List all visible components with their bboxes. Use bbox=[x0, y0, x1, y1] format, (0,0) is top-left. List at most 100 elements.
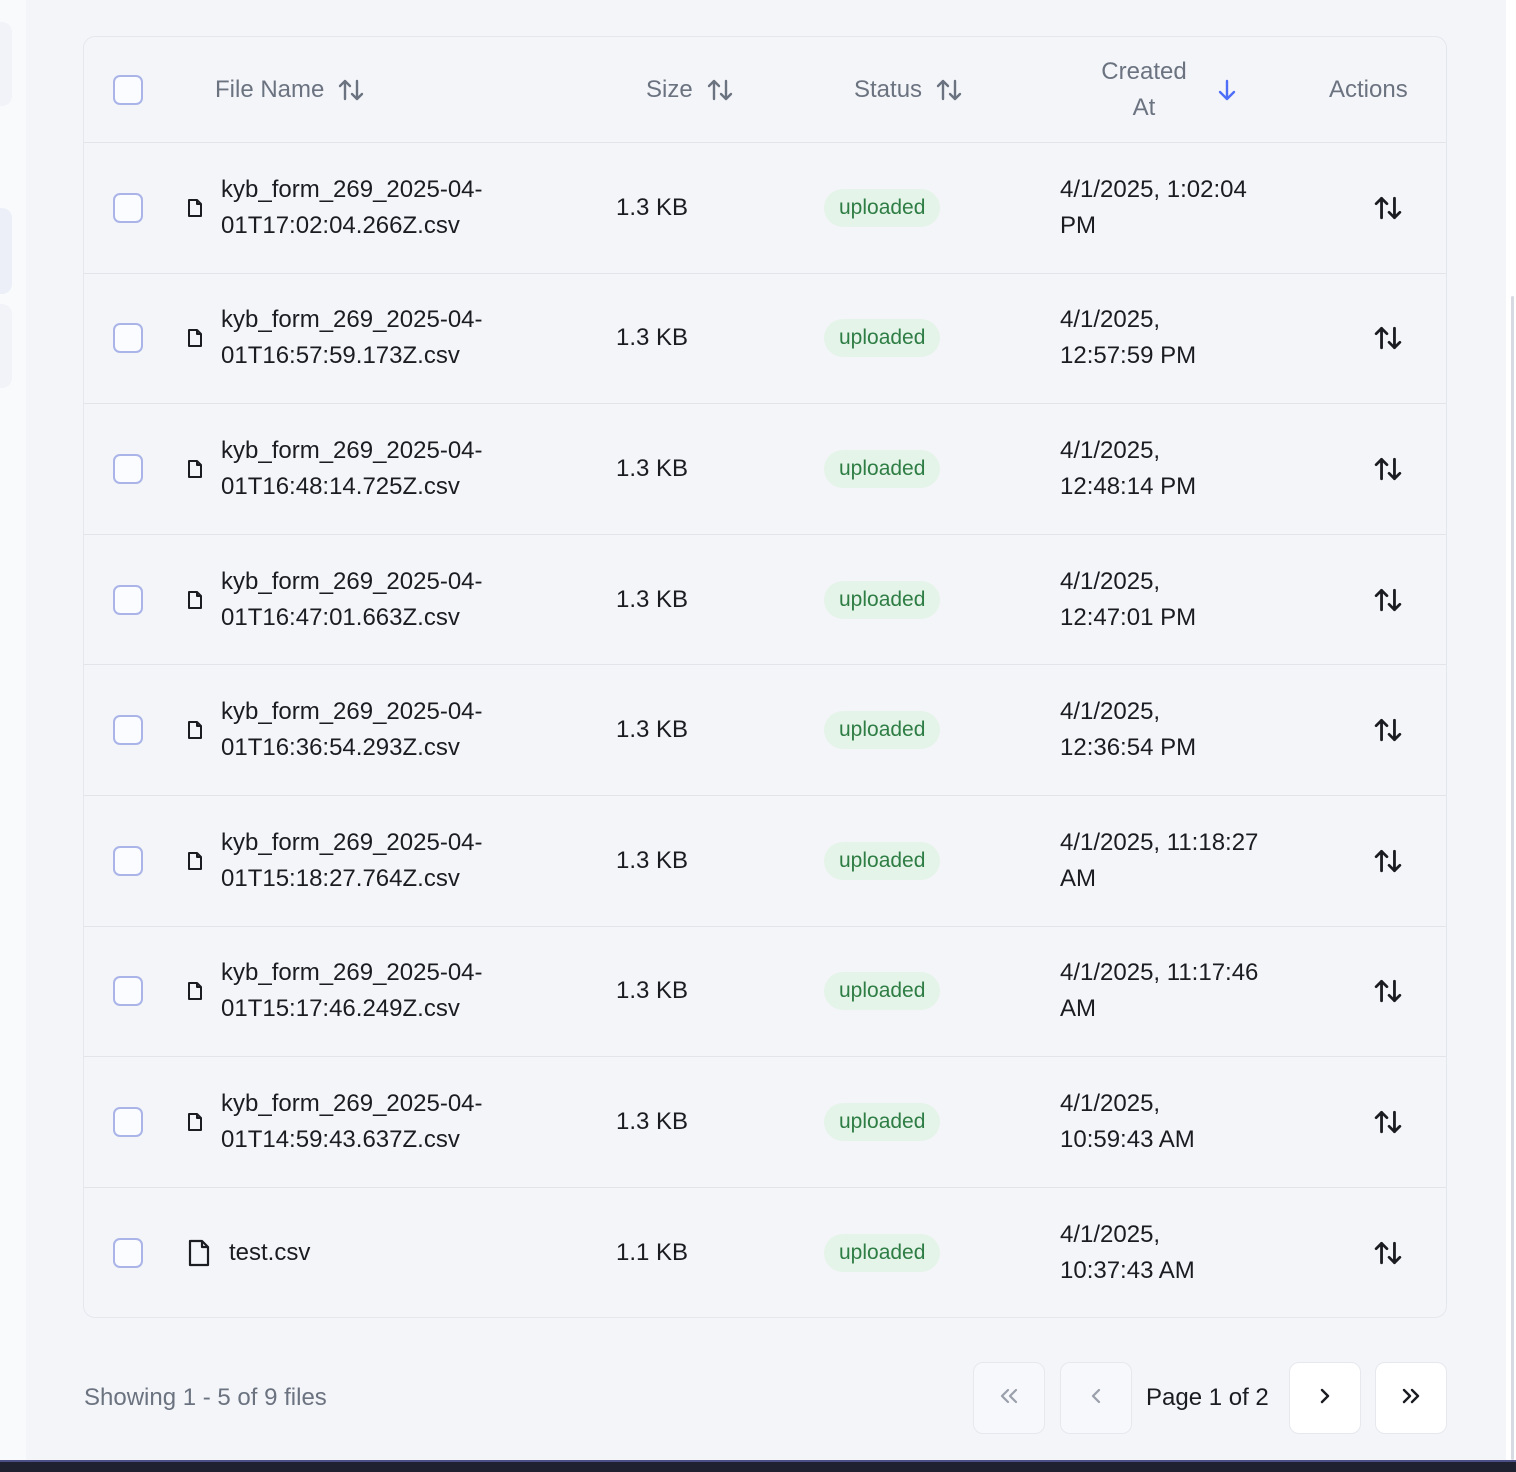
table-row[interactable]: kyb_form_269_2025-04- 01T17:02:04.266Z.c… bbox=[84, 143, 1446, 274]
created-at-cell: 4/1/2025, 12:57:59 PM bbox=[1060, 274, 1290, 404]
status-cell: uploaded bbox=[824, 1188, 941, 1317]
header-status[interactable]: Status bbox=[854, 37, 962, 143]
sort-arrows-icon[interactable] bbox=[936, 77, 962, 103]
file-name-line2: 01T16:48:14.725Z.csv bbox=[221, 472, 460, 500]
sort-arrows-icon[interactable] bbox=[707, 77, 733, 103]
row-checkbox[interactable] bbox=[113, 845, 143, 876]
showing-count: Showing 1 - 5 of 9 files bbox=[84, 1384, 327, 1411]
table-row[interactable]: kyb_form_269_2025-04- 01T16:36:54.293Z.c… bbox=[84, 665, 1446, 796]
file-name-cell: kyb_form_269_2025-04- 01T17:02:04.266Z.c… bbox=[187, 143, 541, 273]
file-name-cell: kyb_form_269_2025-04- 01T16:47:01.663Z.c… bbox=[187, 535, 541, 665]
last-page-button[interactable] bbox=[1375, 1362, 1447, 1434]
table-row[interactable]: kyb_form_269_2025-04- 01T16:47:01.663Z.c… bbox=[84, 535, 1446, 666]
row-checkbox[interactable] bbox=[113, 976, 143, 1007]
file-name: kyb_form_269_2025-04- 01T15:18:27.764Z.c… bbox=[221, 825, 541, 897]
row-checkbox[interactable] bbox=[113, 1238, 143, 1269]
header-size[interactable]: Size bbox=[646, 37, 733, 143]
header-file-name[interactable]: File Name bbox=[215, 37, 364, 143]
file-icon bbox=[187, 459, 221, 479]
sort-arrows-icon[interactable] bbox=[1368, 1233, 1408, 1273]
sort-arrows-icon[interactable] bbox=[1368, 710, 1408, 750]
sort-arrows-icon[interactable] bbox=[1368, 449, 1408, 489]
sort-arrows-icon[interactable] bbox=[1368, 1102, 1408, 1142]
created-at-cell: 4/1/2025, 12:36:54 PM bbox=[1060, 665, 1290, 795]
actions-cell bbox=[1368, 274, 1408, 404]
status-badge: uploaded bbox=[824, 972, 941, 1011]
file-size: 1.3 KB bbox=[616, 716, 689, 744]
bottom-window-edge bbox=[0, 1460, 1516, 1472]
row-checkbox[interactable] bbox=[113, 192, 143, 223]
file-name-line2: 01T16:57:59.173Z.csv bbox=[221, 342, 460, 370]
file-name-line1: kyb_form_269_2025-04- bbox=[221, 828, 483, 856]
status-cell: uploaded bbox=[824, 404, 941, 534]
table-row[interactable]: kyb_form_269_2025-04- 01T16:57:59.173Z.c… bbox=[84, 274, 1446, 405]
sidebar-nub bbox=[0, 304, 12, 388]
row-checkbox[interactable] bbox=[113, 715, 143, 746]
sort-arrows-icon[interactable] bbox=[338, 77, 364, 103]
sort-arrows-icon[interactable] bbox=[1368, 971, 1408, 1011]
table-row[interactable]: test.csv 1.1 KB uploaded 4/1/2025, 10:37… bbox=[84, 1188, 1446, 1317]
created-at-line2: 12:57:59 PM bbox=[1060, 342, 1197, 370]
table-row[interactable]: kyb_form_269_2025-04- 01T16:48:14.725Z.c… bbox=[84, 404, 1446, 535]
table-row[interactable]: kyb_form_269_2025-04- 01T15:17:46.249Z.c… bbox=[84, 927, 1446, 1058]
file-name-line2: 01T15:18:27.764Z.csv bbox=[221, 864, 460, 892]
scrollbar-thumb[interactable] bbox=[1511, 296, 1514, 1460]
status-cell: uploaded bbox=[824, 535, 941, 665]
sort-arrows-icon[interactable] bbox=[1368, 841, 1408, 881]
first-page-button[interactable] bbox=[973, 1362, 1045, 1434]
row-checkbox[interactable] bbox=[113, 584, 143, 615]
row-checkbox[interactable] bbox=[113, 1106, 143, 1137]
file-name-line1: kyb_form_269_2025-04- bbox=[221, 1089, 483, 1117]
scrollbar[interactable] bbox=[1506, 0, 1516, 1460]
file-icon bbox=[187, 328, 221, 348]
status-cell: uploaded bbox=[824, 143, 941, 273]
file-size: 1.3 KB bbox=[616, 193, 689, 221]
header-created-line2: At bbox=[1132, 94, 1156, 121]
row-select-cell bbox=[113, 665, 143, 795]
row-checkbox[interactable] bbox=[113, 323, 143, 354]
header-created-at-label: Created At bbox=[1094, 54, 1194, 126]
left-sidebar-edge bbox=[0, 0, 26, 1460]
header-file-name-label: File Name bbox=[215, 76, 325, 103]
select-all-checkbox[interactable] bbox=[113, 75, 143, 105]
sort-arrows-icon[interactable] bbox=[1368, 580, 1408, 620]
prev-page-button[interactable] bbox=[1060, 1362, 1132, 1434]
chevron-right-icon bbox=[1313, 1384, 1337, 1413]
chevron-left-icon bbox=[1084, 1384, 1108, 1413]
file-size: 1.3 KB bbox=[616, 324, 689, 352]
header-select-cell bbox=[113, 37, 143, 143]
header-created-at[interactable]: Created At bbox=[1094, 37, 1240, 143]
header-status-label: Status bbox=[854, 76, 923, 103]
created-at-line1: 4/1/2025, bbox=[1060, 698, 1161, 726]
file-icon bbox=[187, 851, 221, 871]
file-name: kyb_form_269_2025-04- 01T17:02:04.266Z.c… bbox=[221, 172, 541, 244]
file-name-line1: kyb_form_269_2025-04- bbox=[221, 698, 483, 726]
created-at-cell: 4/1/2025, 11:18:27 AM bbox=[1060, 796, 1290, 926]
table-row[interactable]: kyb_form_269_2025-04- 01T14:59:43.637Z.c… bbox=[84, 1057, 1446, 1188]
row-select-cell bbox=[113, 1057, 143, 1187]
file-name-line2: 01T17:02:04.266Z.csv bbox=[221, 211, 460, 239]
status-badge: uploaded bbox=[824, 580, 941, 619]
created-at-line2: 10:37:43 AM bbox=[1060, 1257, 1195, 1285]
row-select-cell bbox=[113, 1188, 143, 1317]
actions-cell bbox=[1368, 404, 1408, 534]
next-page-button[interactable] bbox=[1289, 1362, 1361, 1434]
file-name-line2: 01T15:17:46.249Z.csv bbox=[221, 995, 460, 1023]
sidebar-nub-active bbox=[0, 208, 12, 294]
created-at-line1: 4/1/2025, bbox=[1060, 306, 1161, 334]
arrow-down-icon[interactable] bbox=[1214, 77, 1240, 103]
created-at-line2: PM bbox=[1060, 211, 1096, 239]
sort-arrows-icon[interactable] bbox=[1368, 188, 1408, 228]
file-name-line1: kyb_form_269_2025-04- bbox=[221, 436, 483, 464]
row-checkbox[interactable] bbox=[113, 453, 143, 484]
status-cell: uploaded bbox=[824, 927, 941, 1057]
double-chevron-left-icon bbox=[997, 1384, 1021, 1413]
table-row[interactable]: kyb_form_269_2025-04- 01T15:18:27.764Z.c… bbox=[84, 796, 1446, 927]
row-select-cell bbox=[113, 927, 143, 1057]
sort-arrows-icon[interactable] bbox=[1368, 318, 1408, 358]
actions-cell bbox=[1368, 143, 1408, 273]
file-name-cell: kyb_form_269_2025-04- 01T16:36:54.293Z.c… bbox=[187, 665, 541, 795]
file-size: 1.3 KB bbox=[616, 977, 689, 1005]
created-at-line1: 4/1/2025, bbox=[1060, 1089, 1161, 1117]
status-cell: uploaded bbox=[824, 274, 941, 404]
